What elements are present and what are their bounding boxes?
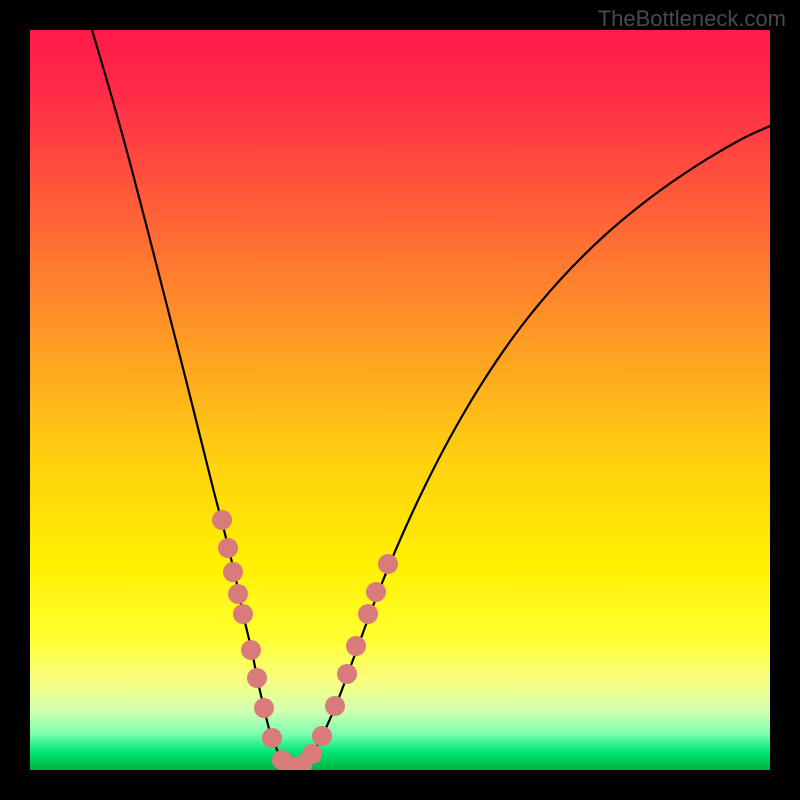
data-point-marker (212, 510, 232, 530)
data-point-marker (218, 538, 238, 558)
data-point-marker (228, 584, 248, 604)
data-point-marker (358, 604, 378, 624)
data-point-marker (378, 554, 398, 574)
data-point-marker (312, 726, 332, 746)
marker-layer (30, 30, 770, 770)
plot-area (30, 30, 770, 770)
data-point-marker (223, 562, 243, 582)
marker-group (212, 510, 398, 770)
data-point-marker (262, 728, 282, 748)
data-point-marker (366, 582, 386, 602)
data-point-marker (302, 744, 322, 764)
data-point-marker (337, 664, 357, 684)
data-point-marker (254, 698, 274, 718)
data-point-marker (241, 640, 261, 660)
data-point-marker (325, 696, 345, 716)
data-point-marker (233, 604, 253, 624)
data-point-marker (346, 636, 366, 656)
data-point-marker (247, 668, 267, 688)
watermark-text: TheBottleneck.com (598, 6, 786, 32)
